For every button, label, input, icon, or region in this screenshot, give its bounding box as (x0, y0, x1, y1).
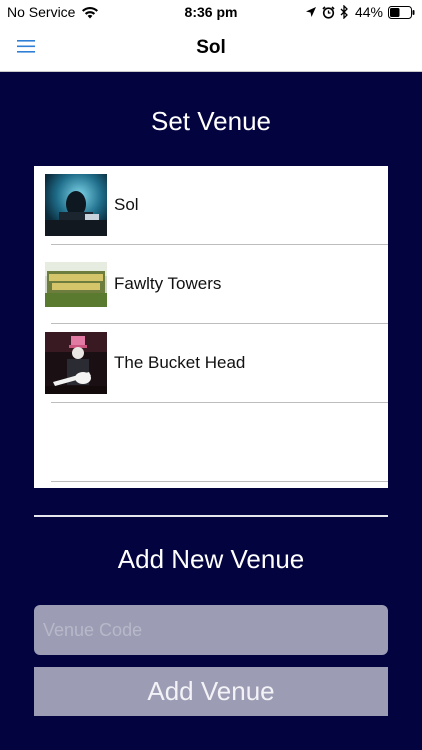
location-arrow-icon (305, 7, 316, 17)
section-divider (34, 515, 388, 517)
venue-name: The Bucket Head (114, 353, 246, 372)
navigation-bar: Sol (0, 24, 422, 72)
alarm-clock-icon (322, 5, 335, 19)
venue-list[interactable]: Sol Fawlty Towers The Bucket Head (34, 166, 388, 488)
row-separator (51, 481, 388, 482)
empty-row (34, 403, 388, 482)
fawlty-towers-sign-thumbnail (45, 253, 107, 315)
bluetooth-icon (340, 5, 348, 19)
venue-name: Sol (114, 195, 139, 214)
venue-code-input[interactable] (34, 605, 388, 655)
page-title: Sol (196, 37, 226, 58)
venue-name: Fawlty Towers (114, 274, 222, 293)
person-at-laptop-thumbnail (45, 174, 107, 236)
add-venue-title: Add New Venue (117, 544, 305, 574)
guitarist-bucket-hat-thumbnail (45, 332, 107, 394)
venue-row-fawlty-towers[interactable]: Fawlty Towers (34, 245, 388, 324)
status-bar: No Service 8:36 pm 44% (0, 0, 422, 24)
venue-row-sol[interactable]: Sol (34, 166, 388, 245)
venue-row-bucket-head[interactable]: The Bucket Head (34, 324, 388, 403)
battery-icon (388, 5, 415, 19)
battery-percent: 44% (354, 4, 383, 20)
main-content: Set Venue Sol Fawlty Towers The Bucket H… (0, 72, 422, 750)
status-right: 44% (300, 4, 415, 20)
set-venue-title: Set Venue (151, 106, 271, 136)
add-venue-button[interactable]: Add Venue (34, 667, 388, 716)
